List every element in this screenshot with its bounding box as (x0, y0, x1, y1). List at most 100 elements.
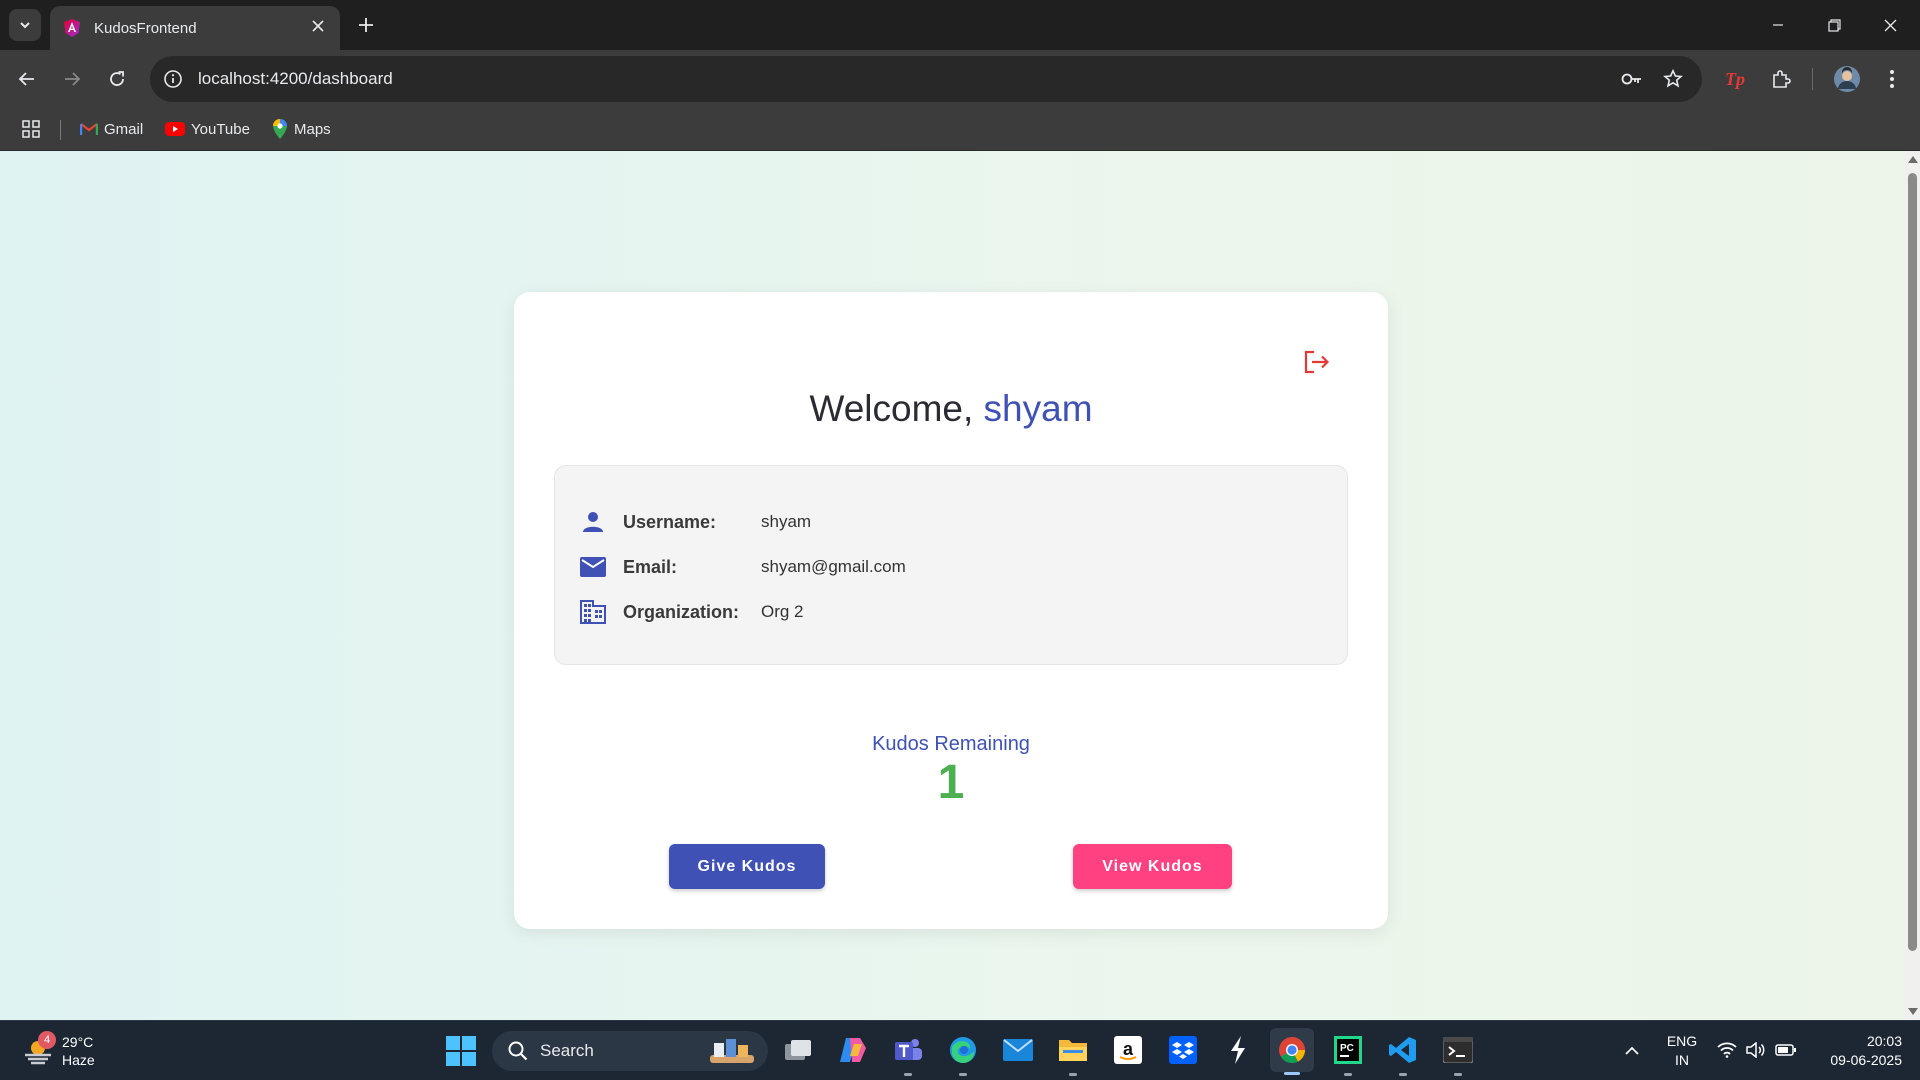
kudos-remaining-label: Kudos Remaining (872, 733, 1030, 755)
taskbar-pycharm[interactable]: PC (1331, 1033, 1365, 1076)
bolt-icon (1231, 1036, 1245, 1064)
taskbar-terminal[interactable] (1441, 1033, 1475, 1076)
taskbar-file-explorer[interactable] (1056, 1033, 1090, 1076)
vscode-icon (1389, 1037, 1416, 1063)
bookmark-star-icon[interactable] (1657, 63, 1689, 95)
weather-badge: 4 (38, 1031, 56, 1049)
bookmark-maps[interactable]: Maps (272, 118, 331, 140)
forward-button[interactable] (56, 63, 88, 95)
email-value: shyam@gmail.com (761, 557, 906, 576)
logout-button[interactable] (1302, 347, 1332, 377)
weather-haze-icon: 4 (22, 1031, 56, 1067)
taskbar-search[interactable]: Search (492, 1031, 768, 1071)
running-indicator (1399, 1073, 1407, 1076)
organization-label: Organization: (623, 601, 739, 622)
wifi-icon[interactable] (1716, 1039, 1738, 1061)
taskbar-teams[interactable] (891, 1033, 925, 1076)
browser-toolbar: localhost:4200/dashboard Tp (0, 50, 1920, 108)
chevron-up-icon (1625, 1046, 1639, 1055)
volume-icon[interactable] (1745, 1039, 1767, 1061)
tab-close-icon[interactable] (308, 19, 328, 37)
browser-tab-strip: KudosFrontend (0, 0, 1920, 50)
maps-pin-icon (273, 119, 287, 139)
bookmark-gmail[interactable]: Gmail (80, 118, 143, 140)
give-kudos-button[interactable]: Give Kudos (669, 844, 825, 889)
gmail-icon (80, 123, 98, 135)
new-tab-button[interactable] (352, 11, 380, 39)
window-restore-button[interactable] (1806, 0, 1862, 50)
reload-icon (110, 71, 124, 86)
mail-app-icon (1003, 1039, 1033, 1061)
youtube-icon (165, 122, 185, 136)
taskbar-task-view[interactable] (781, 1033, 815, 1067)
scroll-up-arrow-icon[interactable] (1908, 156, 1918, 163)
username-label: Username: (623, 511, 717, 532)
taskbar-amazon[interactable]: a (1111, 1033, 1145, 1067)
window-minimize-button[interactable] (1750, 0, 1806, 50)
start-button[interactable] (446, 1036, 476, 1066)
taskbar-app-bolt[interactable] (1221, 1033, 1255, 1067)
running-indicator (1069, 1073, 1077, 1076)
page-viewport: Welcome, shyam Username: shyam Email: sh… (0, 151, 1905, 1020)
page-scrollbar[interactable] (1905, 151, 1920, 1020)
running-indicator (959, 1073, 967, 1076)
taskbar-edge[interactable] (946, 1033, 980, 1076)
tp-extension-icon[interactable]: Tp (1719, 63, 1751, 95)
weather-desc: Haze (62, 1052, 95, 1068)
lang-line1: ENG (1666, 1033, 1698, 1049)
extensions-puzzle-icon[interactable] (1765, 63, 1797, 95)
weather-widget[interactable]: 4 29°C Haze (22, 1029, 95, 1073)
battery-icon[interactable] (1775, 1039, 1797, 1061)
profile-avatar[interactable] (1831, 63, 1863, 95)
browser-menu-button[interactable] (1876, 63, 1908, 95)
restore-icon (1827, 18, 1841, 32)
address-bar[interactable]: localhost:4200/dashboard (150, 56, 1702, 102)
taskbar-vscode[interactable] (1386, 1033, 1420, 1076)
taskbar-copilot[interactable] (836, 1033, 870, 1067)
profile-row-username: Username: shyam (579, 509, 811, 535)
taskbar-dropbox[interactable] (1166, 1033, 1200, 1067)
back-icon (18, 72, 34, 86)
bookmark-label: YouTube (191, 120, 250, 138)
url-text[interactable]: localhost:4200/dashboard (198, 69, 393, 89)
apps-grid-button[interactable] (22, 118, 46, 140)
language-indicator[interactable]: ENG IN (1664, 1032, 1700, 1070)
plus-icon (359, 18, 373, 32)
browser-tab-active[interactable]: KudosFrontend (50, 6, 340, 50)
taskbar-mail[interactable] (1001, 1033, 1035, 1067)
welcome-username: shyam (983, 388, 1093, 429)
scrollbar-thumb[interactable] (1908, 173, 1917, 951)
dropbox-icon (1169, 1036, 1197, 1064)
building-icon (579, 599, 607, 625)
folder-icon (1059, 1040, 1087, 1061)
profile-row-organization: Organization: Org 2 (579, 599, 804, 625)
running-indicator (1284, 1072, 1300, 1075)
back-button[interactable] (11, 63, 43, 95)
password-key-icon[interactable] (1616, 63, 1648, 95)
weather-temp: 29°C (62, 1034, 94, 1050)
window-close-button[interactable] (1862, 0, 1918, 50)
view-kudos-button[interactable]: View Kudos (1073, 844, 1232, 889)
search-highlight-image (710, 1039, 754, 1063)
clock-time: 20:03 (1866, 1033, 1902, 1049)
dashboard-card: Welcome, shyam Username: shyam Email: sh… (514, 292, 1388, 929)
scroll-down-arrow-icon[interactable] (1908, 1008, 1918, 1015)
clock-date: 09-06-2025 (1830, 1052, 1902, 1068)
username-value: shyam (761, 512, 812, 531)
copilot-icon (840, 1038, 866, 1062)
bookmark-youtube[interactable]: YouTube (165, 118, 250, 140)
forward-icon (65, 72, 81, 86)
search-icon (508, 1041, 528, 1061)
bookmark-label: Maps (294, 120, 331, 138)
windows-taskbar: 4 29°C Haze Search a PC ENG IN 20:03 09-… (0, 1020, 1920, 1080)
reload-button[interactable] (101, 63, 133, 95)
running-indicator (904, 1073, 912, 1076)
taskbar-chrome[interactable] (1270, 1028, 1314, 1075)
welcome-prefix: Welcome, (809, 388, 984, 429)
tab-search-button[interactable] (9, 9, 41, 41)
mail-icon (579, 554, 607, 580)
site-info-icon[interactable] (162, 68, 184, 90)
task-view-icon (785, 1040, 811, 1060)
system-clock[interactable]: 20:03 09-06-2025 (1808, 1032, 1902, 1070)
tray-overflow-button[interactable] (1620, 1039, 1644, 1063)
